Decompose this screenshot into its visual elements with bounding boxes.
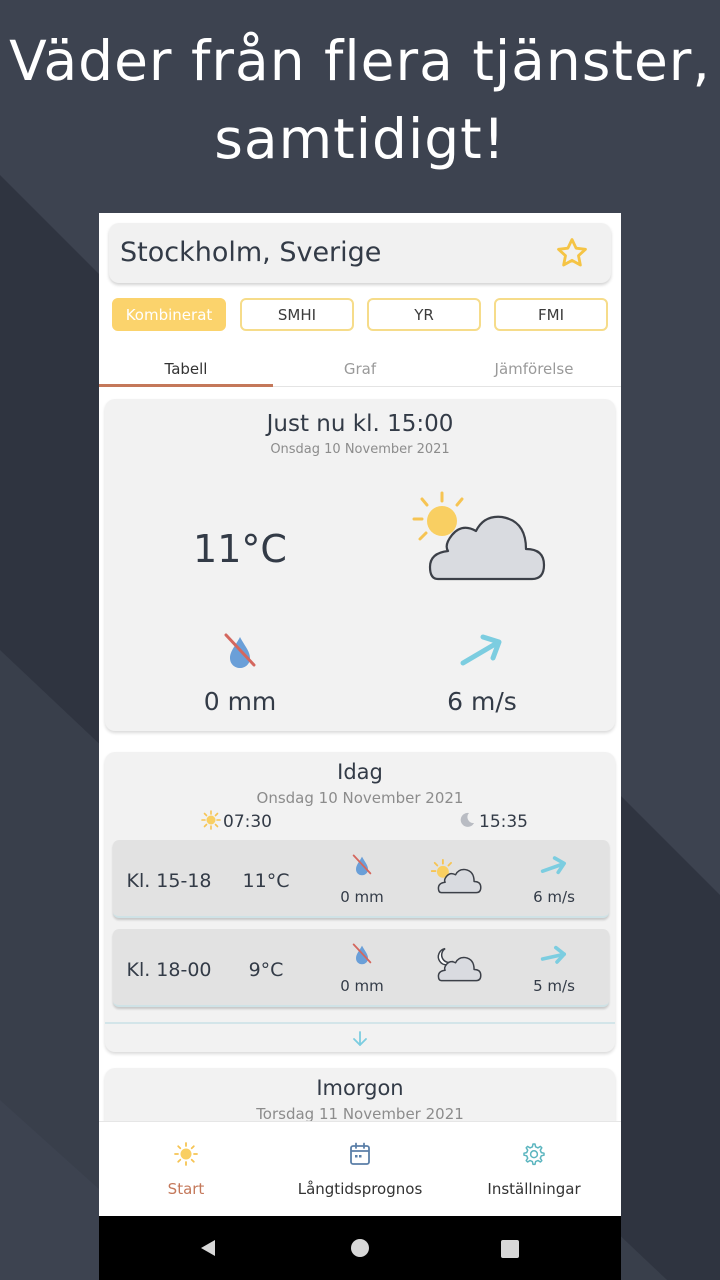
row-time: Kl. 18-00 [126,959,212,981]
sunrise-time: 07:30 [223,812,272,832]
headline-line-2: samtidigt! [214,107,506,171]
nav-installningar-label: Inställningar [487,1180,581,1198]
home-icon[interactable] [350,1238,370,1258]
current-precipitation: 0 mm [203,687,277,716]
expand-divider [105,1022,615,1024]
favorite-star-icon[interactable] [555,236,589,270]
back-icon[interactable] [198,1238,218,1258]
row-precipitation: 0 mm [340,977,384,995]
moon-icon [460,812,474,827]
current-temperature: 11°C [193,527,287,571]
no-precipitation-icon [352,854,372,876]
bottom-navigation: Start Långtidsprognos Inställningar [99,1121,621,1217]
no-precipitation-icon [352,943,372,965]
row-wind: 5 m/s [533,977,575,995]
wind-direction-arrow-icon [540,945,566,964]
row-wind: 6 m/s [533,888,575,906]
wind-direction-arrow-icon [460,634,502,666]
tomorrow-title: Imorgon [316,1076,404,1100]
promo-headline: Väder från flera tjänster, samtidigt! [0,22,720,178]
source-button-fmi[interactable]: FMI [494,298,608,331]
source-button-kombinerat[interactable]: Kombinerat [112,298,226,331]
location-name: Stockholm, Sverige [120,237,382,268]
app-screen: Stockholm, Sverige Kombinerat SMHI YR FM… [99,213,621,1280]
current-wind: 6 m/s [447,687,517,716]
tab-jamforelse[interactable]: Jämförelse [447,360,621,378]
today-date: Onsdag 10 November 2021 [256,789,464,807]
tab-graf[interactable]: Graf [273,360,447,378]
row-temperature: 11°C [242,870,290,892]
current-weather-card: Just nu kl. 15:00 Onsdag 10 November 202… [105,399,615,731]
partly-cloudy-icon [431,858,482,894]
active-tab-indicator [99,384,273,387]
nav-langtidsprognos-label: Långtidsprognos [297,1180,423,1198]
nav-start[interactable]: Start [99,1122,273,1217]
current-title: Just nu kl. 15:00 [266,411,454,437]
row-temperature: 9°C [248,959,284,981]
sunset-time: 15:35 [479,812,528,832]
nav-start-label: Start [167,1180,205,1198]
wind-direction-arrow-icon [540,856,566,875]
tab-tabell[interactable]: Tabell [99,360,273,378]
row-time: Kl. 15-18 [126,870,212,892]
partly-cloudy-icon [412,491,546,581]
source-button-yr[interactable]: YR [367,298,481,331]
calendar-icon [350,1142,370,1165]
source-button-smhi[interactable]: SMHI [240,298,354,331]
nav-langtidsprognos[interactable]: Långtidsprognos [273,1122,447,1217]
headline-line-1: Väder från flera tjänster, [9,29,711,93]
today-title: Idag [337,760,383,784]
current-date: Onsdag 10 November 2021 [270,442,450,457]
no-precipitation-icon [224,633,256,668]
forecast-row[interactable]: Kl. 18-00 9°C 0 mm 5 m/s [113,929,609,1007]
sun-icon [174,1142,198,1166]
recents-icon[interactable] [500,1239,520,1259]
sunrise-sun-icon [201,810,221,830]
forecast-row[interactable]: Kl. 15-18 11°C 0 mm 6 m/s [113,840,609,918]
expand-arrow-down-icon[interactable] [351,1030,369,1048]
gear-icon [523,1143,545,1166]
nav-installningar[interactable]: Inställningar [447,1122,621,1217]
system-navigation-bar [99,1216,621,1280]
today-card: Idag Onsdag 10 November 2021 07:30 15:35… [105,752,615,1052]
row-precipitation: 0 mm [340,888,384,906]
night-partly-cloudy-icon [437,947,482,982]
location-bar[interactable]: Stockholm, Sverige [109,223,611,283]
